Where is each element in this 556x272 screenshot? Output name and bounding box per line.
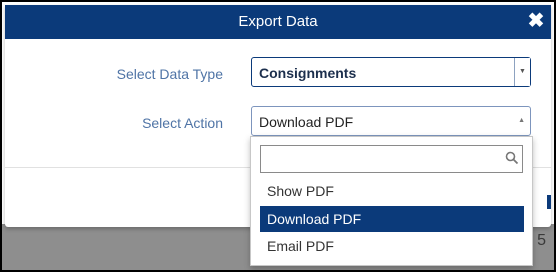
footer-button-edge[interactable]	[547, 195, 551, 209]
data-type-select[interactable]: Consignments ▼	[251, 57, 531, 87]
search-icon	[505, 151, 519, 165]
action-select[interactable]: Download PDF ▲	[251, 106, 531, 136]
modal-title: Export Data	[238, 13, 318, 30]
data-type-value: Consignments	[259, 65, 357, 81]
data-type-label: Select Data Type	[116, 66, 223, 82]
close-icon[interactable]: ✖	[527, 10, 545, 32]
action-value: Download PDF	[259, 114, 354, 130]
action-label: Select Action	[142, 115, 223, 131]
screenshot-frame: 5 Export Data ✖ Select Data Type Consign…	[0, 0, 556, 272]
action-dropdown-menu: Show PDF Download PDF Email PDF	[250, 136, 533, 266]
dropdown-search-input[interactable]	[260, 145, 523, 173]
option-email-pdf[interactable]: Email PDF	[260, 233, 524, 259]
chevron-down-icon: ▼	[519, 68, 526, 75]
data-type-arrow[interactable]: ▼	[514, 58, 530, 86]
modal-header: Export Data ✖	[5, 5, 551, 39]
option-show-pdf[interactable]: Show PDF	[260, 178, 524, 204]
option-download-pdf[interactable]: Download PDF	[260, 206, 524, 232]
chevron-up-icon[interactable]: ▲	[518, 117, 525, 124]
backdrop-text: 5	[537, 232, 546, 249]
